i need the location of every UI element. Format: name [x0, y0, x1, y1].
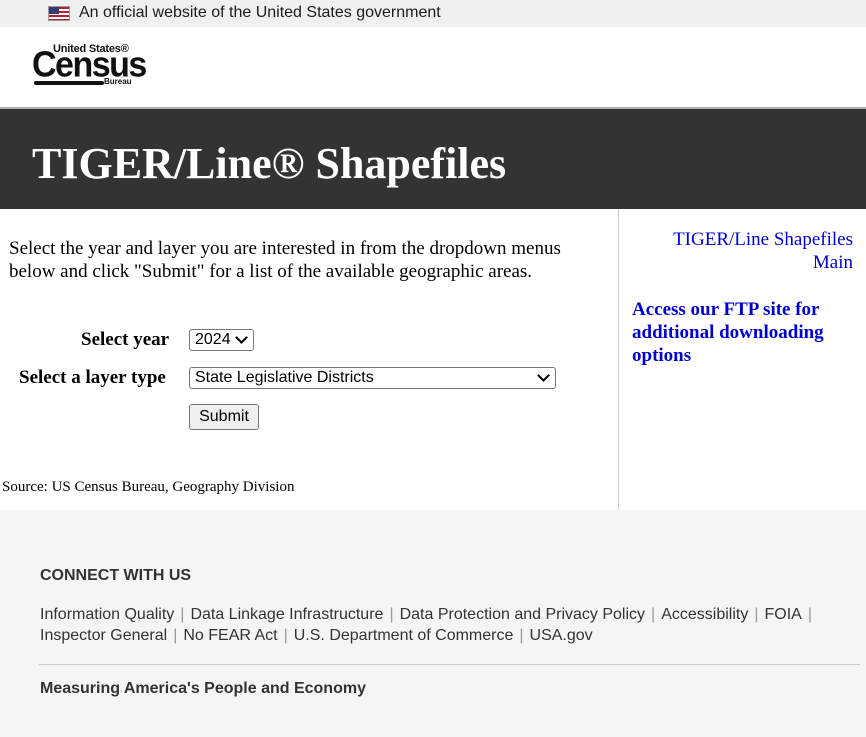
submit-button[interactable]: Submit — [189, 404, 259, 430]
link-separator: | — [283, 627, 288, 644]
chevron-down-icon — [537, 369, 550, 382]
layer-select-value: State Legislative Districts — [195, 369, 374, 386]
shapefiles-main-link[interactable]: TIGER/Line Shapefiles Main — [630, 228, 853, 274]
footer-links: Information Quality | Data Linkage Infrast… — [40, 604, 840, 646]
link-separator: | — [519, 627, 524, 644]
footer-link[interactable]: USA.gov — [530, 627, 593, 644]
logo-bureau: Bureau — [104, 77, 132, 86]
footer-tagline: Measuring America's People and Economy — [40, 680, 366, 697]
year-label: Select year — [81, 329, 170, 350]
year-select[interactable]: 2024 — [189, 329, 254, 351]
link-separator: | — [180, 606, 185, 623]
connect-heading: CONNECT WITH US — [40, 567, 192, 584]
footer: CONNECT WITH US Information Quality | Data… — [0, 510, 866, 737]
footer-link[interactable]: Accessibility — [661, 606, 748, 623]
header: United States® Census Bureau — [0, 27, 866, 107]
ftp-site-link[interactable]: Access our FTP site for additional downl… — [632, 298, 857, 367]
footer-links-row-1: Information Quality | Data Linkage Infrast… — [40, 604, 840, 625]
footer-link[interactable]: No FEAR Act — [183, 627, 277, 644]
page-title: TIGER/Line® Shapefiles — [32, 139, 507, 188]
chevron-down-icon — [235, 331, 248, 344]
footer-link[interactable]: U.S. Department of Commerce — [294, 627, 514, 644]
year-select-value: 2024 — [195, 331, 231, 348]
footer-link[interactable]: Data Linkage Infrastructure — [190, 606, 383, 623]
layer-type-select[interactable]: State Legislative Districts — [189, 367, 556, 389]
link-separator: | — [173, 627, 178, 644]
source-note: Source: US Census Bureau, Geography Divi… — [2, 479, 295, 495]
link-separator: | — [651, 606, 656, 623]
intro-text: Select the year and layer you are intere… — [9, 238, 561, 282]
link-separator: | — [754, 606, 759, 623]
link-separator: | — [389, 606, 394, 623]
logo-underline — [34, 81, 104, 85]
footer-links-row-2: Inspector General | No FEAR Act | U.S. Depar… — [40, 625, 840, 646]
layer-label: Select a layer type — [19, 367, 166, 388]
gov-banner-text: An official website of the United States… — [79, 4, 441, 21]
census-logo[interactable]: United States® Census Bureau — [32, 43, 147, 89]
title-bar: TIGER/Line® Shapefiles — [0, 109, 866, 209]
footer-link[interactable]: Inspector General — [40, 627, 167, 644]
footer-link[interactable]: Data Protection and Privacy Policy — [400, 606, 645, 623]
sidebar-divider — [618, 209, 619, 510]
main-content: Select the year and layer you are intere… — [0, 209, 619, 510]
footer-link[interactable]: Information Quality — [40, 606, 174, 623]
footer-link[interactable]: FOIA — [765, 606, 802, 623]
footer-divider — [39, 664, 860, 665]
us-flag-icon — [48, 6, 70, 21]
link-separator: | — [807, 606, 812, 623]
gov-banner: An official website of the United States… — [0, 0, 866, 27]
